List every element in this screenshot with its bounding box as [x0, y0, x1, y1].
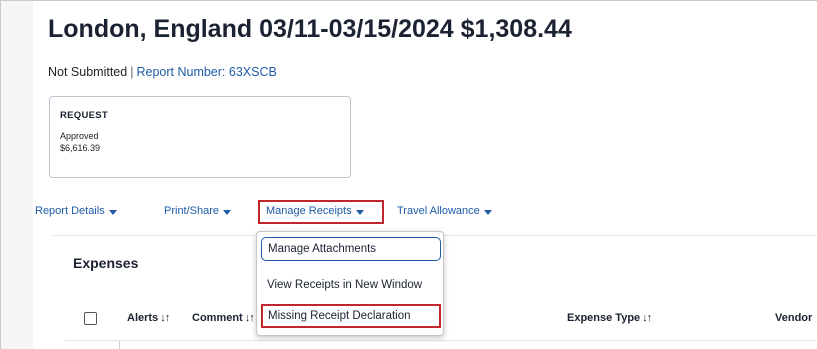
column-header-expense-type-label: Expense Type — [567, 312, 641, 324]
column-header-expense-type[interactable]: Expense Type ↓↑ — [567, 312, 652, 324]
report-status-line: Not Submitted | Report Number: 63XSCB — [48, 65, 277, 79]
tab-travel-allowance[interactable]: Travel Allowance — [397, 205, 492, 217]
sort-icon: ↓↑ — [642, 312, 652, 324]
app-frame: London, England 03/11-03/15/2024 $1,308.… — [0, 0, 817, 349]
report-title: London, England 03/11-03/15/2024 $1,308.… — [48, 15, 572, 43]
sort-icon: ↓↑ — [160, 312, 170, 324]
column-header-vendor[interactable]: Vendor — [775, 312, 812, 324]
sort-icon: ↓↑ — [244, 312, 255, 324]
chevron-down-icon — [223, 209, 232, 215]
tab-travel-allowance-label: Travel Allowance — [397, 205, 480, 217]
status-separator: | — [130, 65, 134, 79]
expenses-title: Expenses — [73, 255, 139, 271]
menu-item-manage-attachments[interactable]: Manage Attachments — [261, 237, 441, 261]
column-header-alerts[interactable]: Alerts ↓↑ — [127, 312, 170, 324]
column-header-alerts-label: Alerts — [127, 312, 159, 324]
manage-receipts-menu: Manage Attachments View Receipts in New … — [256, 231, 444, 336]
request-card[interactable]: REQUEST Approved $6,616.39 — [49, 96, 351, 178]
tab-report-details[interactable]: Report Details — [35, 205, 117, 217]
column-header-comment-label: Comment — [192, 312, 243, 324]
request-card-amount: $6,616.39 — [60, 143, 101, 153]
select-all-checkbox[interactable] — [84, 312, 97, 325]
manage-receipts-highlight-box — [258, 200, 384, 224]
menu-item-view-receipts-new-window[interactable]: View Receipts in New Window — [261, 273, 441, 297]
column-header-vendor-label: Vendor — [775, 312, 813, 324]
request-card-status: Approved — [60, 131, 99, 141]
chevron-down-icon — [483, 209, 492, 215]
column-header-comment[interactable]: Comment ↓↑ — [192, 312, 255, 324]
tab-print-share-label: Print/Share — [164, 205, 220, 217]
menu-item-missing-receipt-declaration[interactable]: Missing Receipt Declaration — [261, 304, 441, 328]
chevron-down-icon — [108, 209, 117, 215]
tab-report-details-label: Report Details — [35, 205, 105, 217]
tab-print-share[interactable]: Print/Share — [164, 205, 232, 217]
table-header-divider — [65, 340, 817, 341]
report-status: Not Submitted — [48, 65, 128, 79]
request-card-title: REQUEST — [60, 110, 109, 121]
report-number-link[interactable]: Report Number: 63XSCB — [136, 65, 276, 79]
column-divider — [119, 341, 120, 349]
